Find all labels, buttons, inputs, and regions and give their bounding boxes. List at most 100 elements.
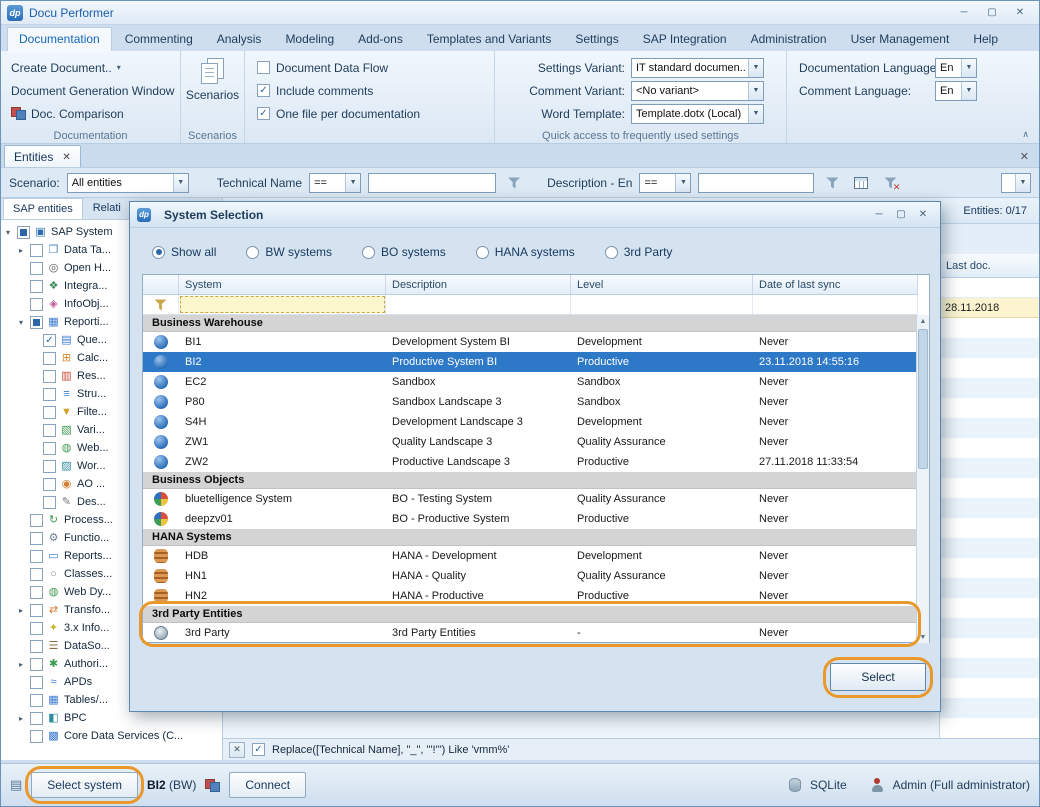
checkbox-icon[interactable] [30,604,43,617]
checkbox-icon[interactable] [43,370,56,383]
radio-3rd-party[interactable]: 3rd Party [605,245,673,259]
checkbox-icon[interactable] [43,460,56,473]
checkbox-icon[interactable] [30,622,43,635]
apply-filter-button[interactable] [503,172,525,194]
system-row-zw2[interactable]: ZW2Productive Landscape 3Productive27.11… [143,452,918,472]
last-doc-column-header[interactable]: Last doc. [940,254,1039,278]
checkbox-icon[interactable] [43,334,56,347]
checkbox-icon[interactable] [43,496,56,509]
checkbox-icon[interactable] [43,352,56,365]
group-row-3rd-party-entities[interactable]: 3rd Party Entities [143,606,918,623]
system-row-bi1[interactable]: BI1Development System BIDevelopmentNever [143,332,918,352]
description-input[interactable] [698,173,814,193]
checkbox-icon[interactable] [30,280,43,293]
checkbox-icon[interactable] [43,478,56,491]
toolbar-dropdown-button[interactable]: ▼ [1001,173,1031,193]
expand-icon[interactable]: ▸ [16,246,26,255]
ribbon-tab-modeling[interactable]: Modeling [274,28,345,51]
system-row-bluetelligence-system[interactable]: bluetelligence SystemBO - Testing System… [143,489,918,509]
remove-filter-icon[interactable]: ✕ [229,742,245,758]
settings-variant-combo[interactable]: IT standard documen.. ▼ [631,58,764,78]
expand-icon[interactable]: ▾ [16,318,26,327]
ribbon-tab-settings[interactable]: Settings [564,28,629,51]
system-row-zw1[interactable]: ZW1Quality Landscape 3Quality AssuranceN… [143,432,918,452]
checkbox-icon[interactable] [43,424,56,437]
checkbox-icon[interactable] [30,262,43,275]
system-row-3rd-party[interactable]: 3rd Party3rd Party Entities-Never [143,623,918,643]
system-column-header[interactable]: System [179,275,386,294]
ribbon-tab-sap-integration[interactable]: SAP Integration [632,28,738,51]
checkbox-include-comments[interactable]: Include comments [251,79,488,102]
system-row-deepzv01[interactable]: deepzv01BO - Productive SystemProductive… [143,509,918,529]
checkbox-icon[interactable] [30,694,43,707]
system-row-p80[interactable]: P80Sandbox Landscape 3SandboxNever [143,392,918,412]
dialog-maximize-icon[interactable]: ▢ [891,206,911,224]
radio-bw-systems[interactable]: BW systems [246,245,332,259]
tab-close-icon[interactable]: ✕ [62,152,70,163]
checkbox-icon[interactable] [30,244,43,257]
comment-language-combo[interactable]: En ▼ [935,81,977,101]
checkbox-icon[interactable] [43,388,56,401]
last-doc-value-cell[interactable]: 28.11.2018 [940,298,1039,318]
ribbon-tab-analysis[interactable]: Analysis [206,28,273,51]
system-row-hdb[interactable]: HDBHANA - DevelopmentDevelopmentNever [143,546,918,566]
dialog-close-icon[interactable]: ✕ [913,206,933,224]
checkbox-icon[interactable] [30,532,43,545]
description-operator-combo[interactable]: == ▼ [639,173,691,193]
apply-description-filter-button[interactable] [821,172,843,194]
clear-filter-button[interactable]: ✕ [879,172,901,194]
group-row-business-warehouse[interactable]: Business Warehouse [143,315,918,332]
document-generation-window-button[interactable]: Document Generation Window [7,79,174,102]
checkbox-icon[interactable] [30,298,43,311]
group-row-business-objects[interactable]: Business Objects [143,472,918,489]
radio-show-all[interactable]: Show all [152,245,216,259]
select-button[interactable]: Select [830,663,926,691]
system-row-hn1[interactable]: HN1HANA - QualityQuality AssuranceNever [143,566,918,586]
ribbon-tab-templates-and-variants[interactable]: Templates and Variants [416,28,563,51]
documentation-language-combo[interactable]: En ▼ [935,58,977,78]
connect-button[interactable]: Connect [229,772,306,798]
checkbox-one-file-per-documentation[interactable]: One file per documentation [251,102,488,125]
checkbox-icon[interactable] [30,676,43,689]
maximize-icon[interactable]: ▢ [979,4,1005,22]
grid-scrollbar[interactable]: ▲ ▼ [916,315,929,643]
description-filter-cell[interactable] [386,295,571,314]
system-row-s4h[interactable]: S4HDevelopment Landscape 3DevelopmentNev… [143,412,918,432]
ribbon-tab-administration[interactable]: Administration [740,28,838,51]
description-column-header[interactable]: Description [386,275,571,294]
dialog-minimize-icon[interactable]: ─ [869,206,889,224]
checkbox-icon[interactable] [30,514,43,527]
comparison-icon[interactable] [205,779,220,792]
sync-filter-cell[interactable] [753,295,918,314]
expand-icon[interactable]: ▾ [3,228,13,237]
checkbox-document-data-flow[interactable]: Document Data Flow [251,56,488,79]
scroll-up-icon[interactable]: ▲ [917,315,929,327]
system-filter-cell[interactable] [179,295,386,314]
checkbox-icon[interactable] [30,568,43,581]
close-icon[interactable]: ✕ [1007,4,1033,22]
filter-active-checkbox[interactable] [252,743,265,756]
ribbon-tab-add-ons[interactable]: Add-ons [347,28,414,51]
radio-hana-systems[interactable]: HANA systems [476,245,575,259]
scroll-down-icon[interactable]: ▼ [917,631,929,643]
last-doc-filter-cell[interactable] [940,278,1039,298]
select-system-button[interactable]: Select system [31,772,138,798]
ribbon-tab-help[interactable]: Help [962,28,1009,51]
tab-relations[interactable]: Relati [84,198,130,219]
system-row-bi2[interactable]: BI2Productive System BIProductive23.11.2… [143,352,918,372]
level-column-header[interactable]: Level [571,275,753,294]
technical-operator-combo[interactable]: == ▼ [309,173,361,193]
ribbon-tab-user-management[interactable]: User Management [840,28,961,51]
checkbox-icon[interactable] [30,550,43,563]
level-filter-cell[interactable] [571,295,753,314]
tab-entities[interactable]: Entities ✕ [4,145,81,167]
grid-view-button[interactable] [850,172,872,194]
group-row-hana-systems[interactable]: HANA Systems [143,529,918,546]
technical-name-input[interactable] [368,173,496,193]
checkbox-icon[interactable] [30,712,43,725]
expand-icon[interactable]: ▸ [16,660,26,669]
ribbon-tab-documentation[interactable]: Documentation [7,27,112,51]
scenarios-button[interactable]: Scenarios [186,58,239,102]
tab-sap-entities[interactable]: SAP entities [3,198,83,219]
system-row-ec2[interactable]: EC2SandboxSandboxNever [143,372,918,392]
